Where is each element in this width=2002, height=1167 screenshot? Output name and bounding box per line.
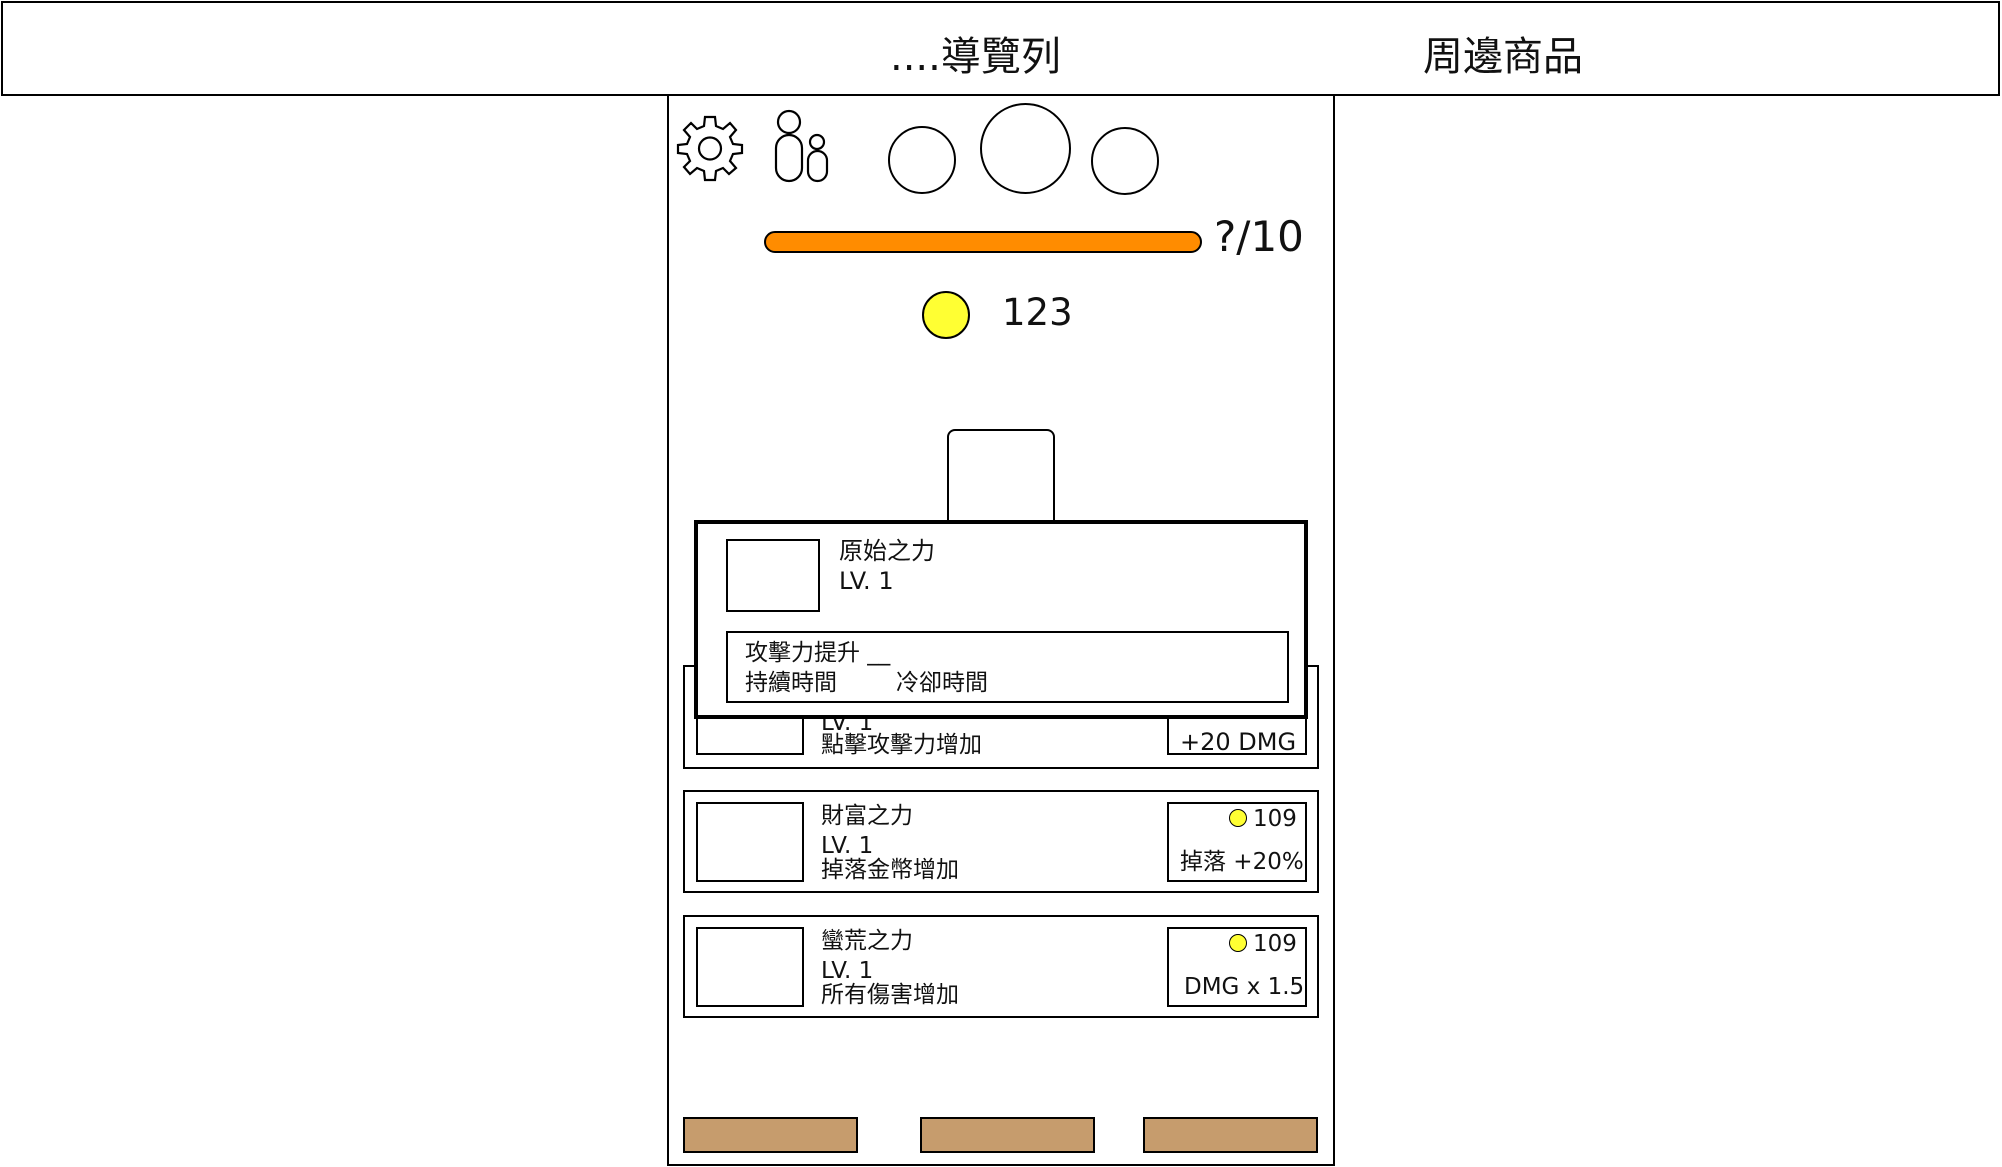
bottom-nav-button-right[interactable] (1143, 1117, 1318, 1153)
upgrade-level: LV. 1 (821, 958, 874, 984)
upgrade-thumbnail (696, 802, 804, 882)
slot-circle-center[interactable] (980, 103, 1071, 194)
upgrade-cost: 109 (1253, 806, 1297, 832)
skill-level: LV. 1 (839, 567, 894, 595)
skill-duration-label: 持續時間 (745, 670, 837, 696)
gear-icon[interactable] (675, 113, 745, 183)
skill-name: 原始之力 (839, 537, 935, 565)
character-slot[interactable] (947, 429, 1055, 529)
upgrade-level: LV. 1 (821, 833, 874, 859)
bottom-nav-button-center[interactable] (920, 1117, 1095, 1153)
upgrade-effect: 掉落 +20% (1180, 849, 1304, 875)
coin-icon (1229, 934, 1247, 952)
nav-link-navigation[interactable]: ....導覽列 (890, 34, 1061, 80)
bottom-nav-button-left[interactable] (683, 1117, 858, 1153)
coin-icon (922, 291, 970, 339)
upgrade-card-savage[interactable]: 蠻荒之力 LV. 1 所有傷害增加 109 DMG x 1.5 (683, 915, 1319, 1018)
skill-detail-popup: 原始之力 LV. 1 攻擊力提升 __ 持續時間 冷卻時間 (694, 520, 1308, 719)
skill-thumbnail (726, 539, 820, 612)
stage-progress-label: ?/10 (1214, 212, 1304, 261)
coin-icon (1229, 809, 1247, 827)
nav-link-merchandise[interactable]: 周邊商品 (1423, 34, 1583, 80)
skill-effect-box: 攻擊力提升 __ 持續時間 冷卻時間 (726, 631, 1289, 703)
upgrade-thumbnail (696, 927, 804, 1007)
stage-progress-bar (764, 231, 1202, 253)
upgrade-effect: +20 DMG (1180, 728, 1297, 756)
coin-count: 123 (1002, 291, 1073, 334)
slot-circle-left[interactable] (888, 126, 956, 194)
upgrade-name: 蠻荒之力 (821, 928, 913, 954)
users-icon[interactable] (772, 108, 832, 184)
upgrade-buy-button[interactable]: 109 DMG x 1.5 (1167, 927, 1307, 1007)
upgrade-cost: 109 (1253, 931, 1297, 957)
upgrade-description: 所有傷害增加 (821, 982, 959, 1008)
upgrade-description: 掉落金幣增加 (821, 857, 959, 883)
slot-circle-right[interactable] (1091, 127, 1159, 195)
skill-cooldown-label: 冷卻時間 (896, 670, 988, 696)
upgrade-description: 點擊攻擊力增加 (821, 732, 982, 758)
skill-effect-line: 攻擊力提升 __ (745, 640, 891, 666)
upgrade-buy-button[interactable]: 109 掉落 +20% (1167, 802, 1307, 882)
upgrade-name: 財富之力 (821, 803, 913, 829)
upgrade-effect: DMG x 1.5 (1184, 974, 1305, 1000)
upgrade-card-wealth[interactable]: 財富之力 LV. 1 掉落金幣增加 109 掉落 +20% (683, 790, 1319, 893)
